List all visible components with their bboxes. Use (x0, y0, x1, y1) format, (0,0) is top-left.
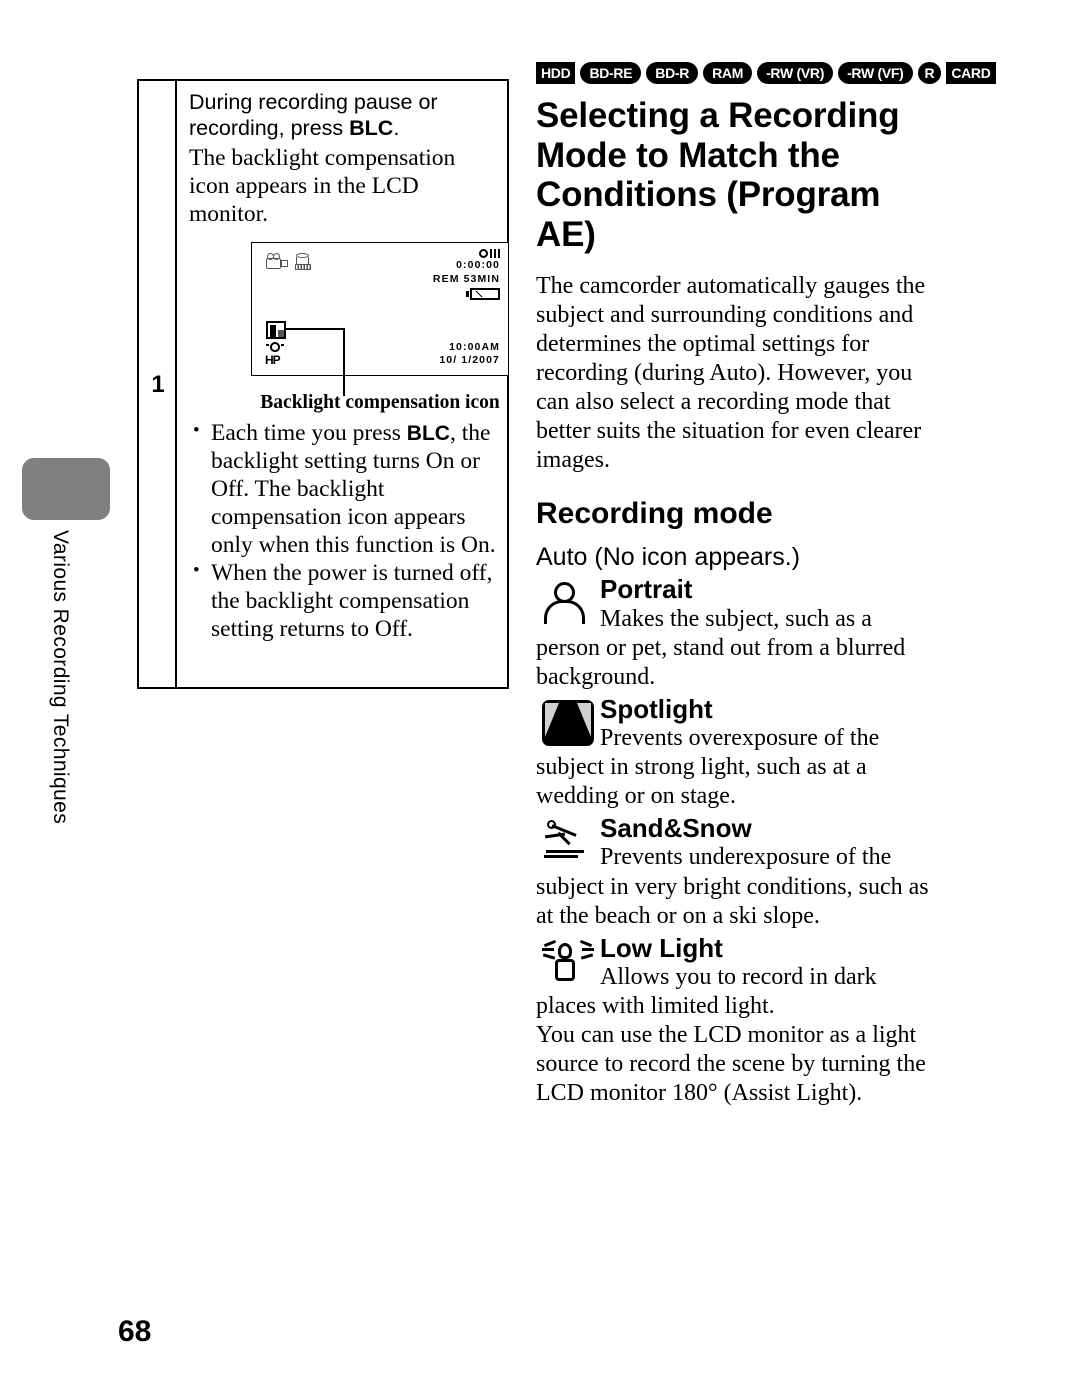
media-badge-card: CARD (946, 62, 996, 84)
page-title: Selecting a Recording Mode to Match the … (536, 96, 900, 254)
mode-portrait: Portrait Makes the subject, such as a pe… (536, 576, 934, 691)
auto-mode-label: Auto (No icon appears.) (536, 543, 801, 572)
lcd-timecode: 0:00:00 (456, 259, 500, 272)
low-light-icon (542, 939, 594, 985)
media-badge-hdd: HDD (536, 62, 576, 84)
battery-icon (433, 288, 500, 301)
section-tab-marker (22, 458, 110, 520)
blc-key-label: BLC (349, 116, 394, 141)
sand-snow-icon (542, 819, 594, 865)
lcd-caption: Backlight compensation icon (260, 392, 500, 414)
lcd-remaining-time: REM 53MIN (432, 272, 500, 285)
note-text-pre: Each time you press (211, 420, 407, 447)
note-key-label: BLC (406, 422, 450, 446)
manual-page: Various Recording Techniques 1 During re… (0, 0, 1080, 1397)
section-heading-recording-mode: Recording mode (536, 497, 773, 531)
lcd-quality-mark: HP (265, 353, 281, 368)
mode-description: Prevents underexposure of the subject in… (536, 844, 929, 929)
step-instruction: During recording pause or recording, pre… (189, 89, 497, 142)
leader-line-horizontal (285, 328, 345, 331)
backlight-compensation-icon (266, 321, 286, 340)
step-instruction-pre: During recording pause or recording, pre… (189, 90, 438, 141)
lcd-backlight-group (266, 321, 286, 354)
step-detail: The backlight compensation icon appears … (189, 144, 456, 228)
record-indicator-icon (433, 249, 500, 259)
mode-sand-snow: Sand&Snow Prevents underexposure of the … (536, 813, 934, 930)
hdd-icon (294, 253, 312, 271)
list-item: When the power is turned off, the backli… (189, 560, 497, 644)
portrait-icon (542, 580, 594, 626)
media-badge-row: HDD BD-RE BD-R RAM -RW (VR) -RW (VF) R C… (536, 62, 996, 84)
camcorder-icon (266, 253, 288, 270)
list-item: Each time you press BLC, the backlight s… (189, 420, 497, 560)
intro-paragraph: The camcorder automatically gauges the s… (536, 273, 926, 474)
page-number: 68 (118, 1315, 152, 1348)
mode-low-light: Low Light Allows you to record in dark p… (536, 932, 934, 1021)
lcd-status-block: 0:00:00 REM 53MIN (432, 249, 500, 301)
lcd-illustration: 0:00:00 REM 53MIN HP 10:00AM 10/ 1/2007 (251, 242, 509, 414)
media-badge-bdre: BD-RE (580, 62, 642, 84)
lcd-datetime-block: 10:00AM 10/ 1/2007 (439, 341, 500, 368)
spotlight-icon (542, 699, 594, 746)
sidebar-section-label: Various Recording Techniques (49, 530, 72, 825)
lcd-top-left-icons (266, 253, 312, 271)
right-column: HDD BD-RE BD-R RAM -RW (VR) -RW (VF) R C… (536, 62, 996, 1108)
step-instruction-post: . (393, 116, 400, 141)
note-text-pre: When the power is turned off, the backli… (211, 560, 493, 643)
mode-spotlight: Spotlight Prevents overexposure of the s… (536, 693, 934, 811)
media-badge-r: R (917, 62, 942, 84)
media-badge-ram: RAM (703, 62, 753, 84)
step-number: 1 (151, 371, 165, 398)
media-badge-bdr: BD-R (646, 62, 699, 84)
mode-name: Sand&Snow (600, 813, 752, 844)
closing-paragraph: You can use the LCD monitor as a light s… (536, 1021, 926, 1106)
step-notes-list: Each time you press BLC, the backlight s… (189, 420, 497, 644)
mode-description: Makes the subject, such as a person or p… (536, 605, 906, 690)
lcd-time: 10:00AM (449, 340, 500, 353)
step-box: 1 During recording pause or recording, p… (137, 79, 509, 689)
leader-line-vertical (343, 328, 345, 397)
mode-description: Prevents overexposure of the subject in … (536, 725, 880, 810)
lcd-date: 10/ 1/2007 (439, 354, 500, 366)
media-badge-rw-vr: -RW (VR) (757, 62, 834, 84)
lcd-screen: 0:00:00 REM 53MIN HP 10:00AM 10/ 1/2007 (251, 242, 509, 377)
mode-description: Allows you to record in dark places with… (536, 963, 877, 1019)
mode-name: Spotlight (600, 693, 713, 724)
mode-name: Low Light (600, 932, 723, 963)
step-content: During recording pause or recording, pre… (177, 81, 509, 687)
media-badge-rw-vf: -RW (VF) (838, 62, 913, 84)
mode-name: Portrait (600, 574, 693, 605)
